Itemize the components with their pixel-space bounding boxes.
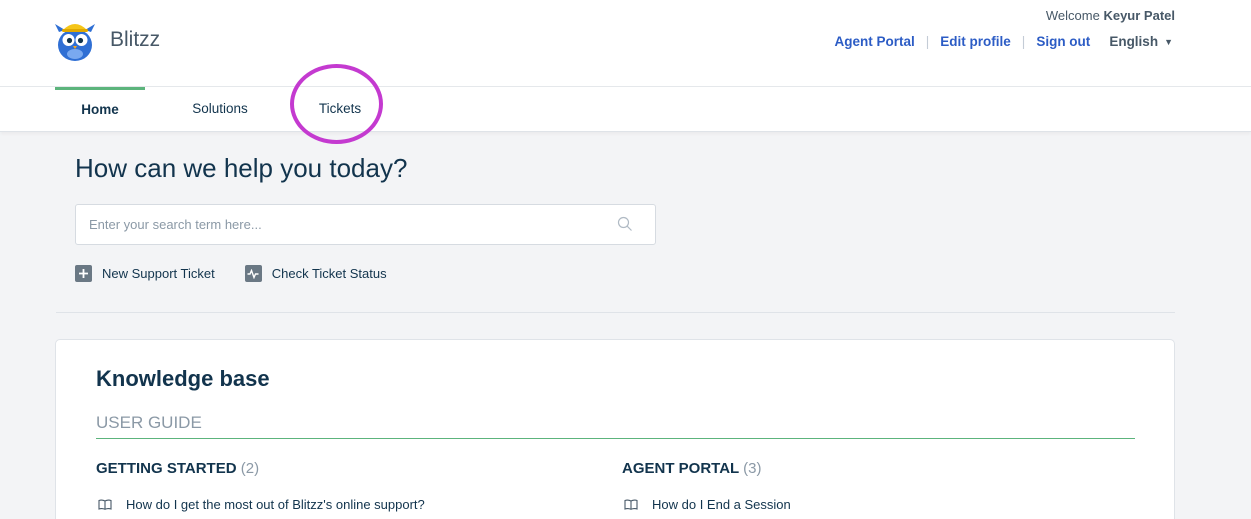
link-separator: | [1021,34,1026,49]
article-title: How do I get the most out of Blitzz's on… [126,497,425,512]
article-link[interactable]: How do I End a Session [624,497,791,512]
tab-home[interactable]: Home [55,87,145,132]
folder-count: (3) [743,460,762,477]
tab-solutions[interactable]: Solutions [175,87,265,132]
main-nav: Home Solutions Tickets [0,87,1251,132]
language-label: English [1109,34,1159,49]
welcome-prefix: Welcome [1045,8,1100,23]
folder-name: GETTING STARTED [96,460,237,477]
search-icon[interactable] [617,216,633,232]
knowledge-base-title: Knowledge base [96,366,270,391]
header-links: Agent Portal | Edit profile | Sign out E… [835,34,1173,49]
site-header: Blitzz Welcome Keyur Patel Agent Portal … [0,0,1251,87]
search-input[interactable] [76,205,596,244]
article-link[interactable]: How do I get the most out of Blitzz's on… [98,497,425,512]
folder-getting-started[interactable]: GETTING STARTED (2) [96,460,259,477]
chevron-down-icon: ▼ [1164,36,1173,47]
owl-logo-icon[interactable] [53,18,97,62]
section-divider [56,312,1175,313]
book-icon [624,499,638,510]
plus-icon [75,265,92,282]
folder-name: AGENT PORTAL [622,460,739,477]
tab-tickets[interactable]: Tickets [295,87,385,132]
new-support-ticket-button[interactable]: New Support Ticket [75,265,215,282]
agent-portal-link[interactable]: Agent Portal [835,34,915,49]
language-selector[interactable]: English ▼ [1109,34,1173,49]
welcome-message: Welcome Keyur Patel [1046,8,1175,23]
activity-icon [244,265,262,282]
book-icon [98,499,112,510]
quick-actions: New Support Ticket Check Ticket Status [75,265,417,282]
page-title: How can we help you today? [75,153,408,183]
category-user-guide[interactable]: USER GUIDE [96,413,202,433]
user-name: Keyur Patel [1103,8,1175,23]
check-ticket-status-label: Check Ticket Status [271,266,387,281]
search-box [75,204,656,245]
folder-agent-portal[interactable]: AGENT PORTAL (3) [622,460,761,477]
article-title: How do I End a Session [652,497,791,512]
edit-profile-link[interactable]: Edit profile [940,34,1011,49]
new-support-ticket-label: New Support Ticket [102,266,215,281]
sign-out-link[interactable]: Sign out [1036,34,1090,49]
category-underline [96,438,1135,439]
check-ticket-status-button[interactable]: Check Ticket Status [244,265,387,282]
brand-name[interactable]: Blitzz [110,28,160,52]
folder-count: (2) [240,460,260,477]
knowledge-base-card: Knowledge base USER GUIDE GETTING STARTE… [55,339,1175,519]
link-separator: | [925,34,930,49]
